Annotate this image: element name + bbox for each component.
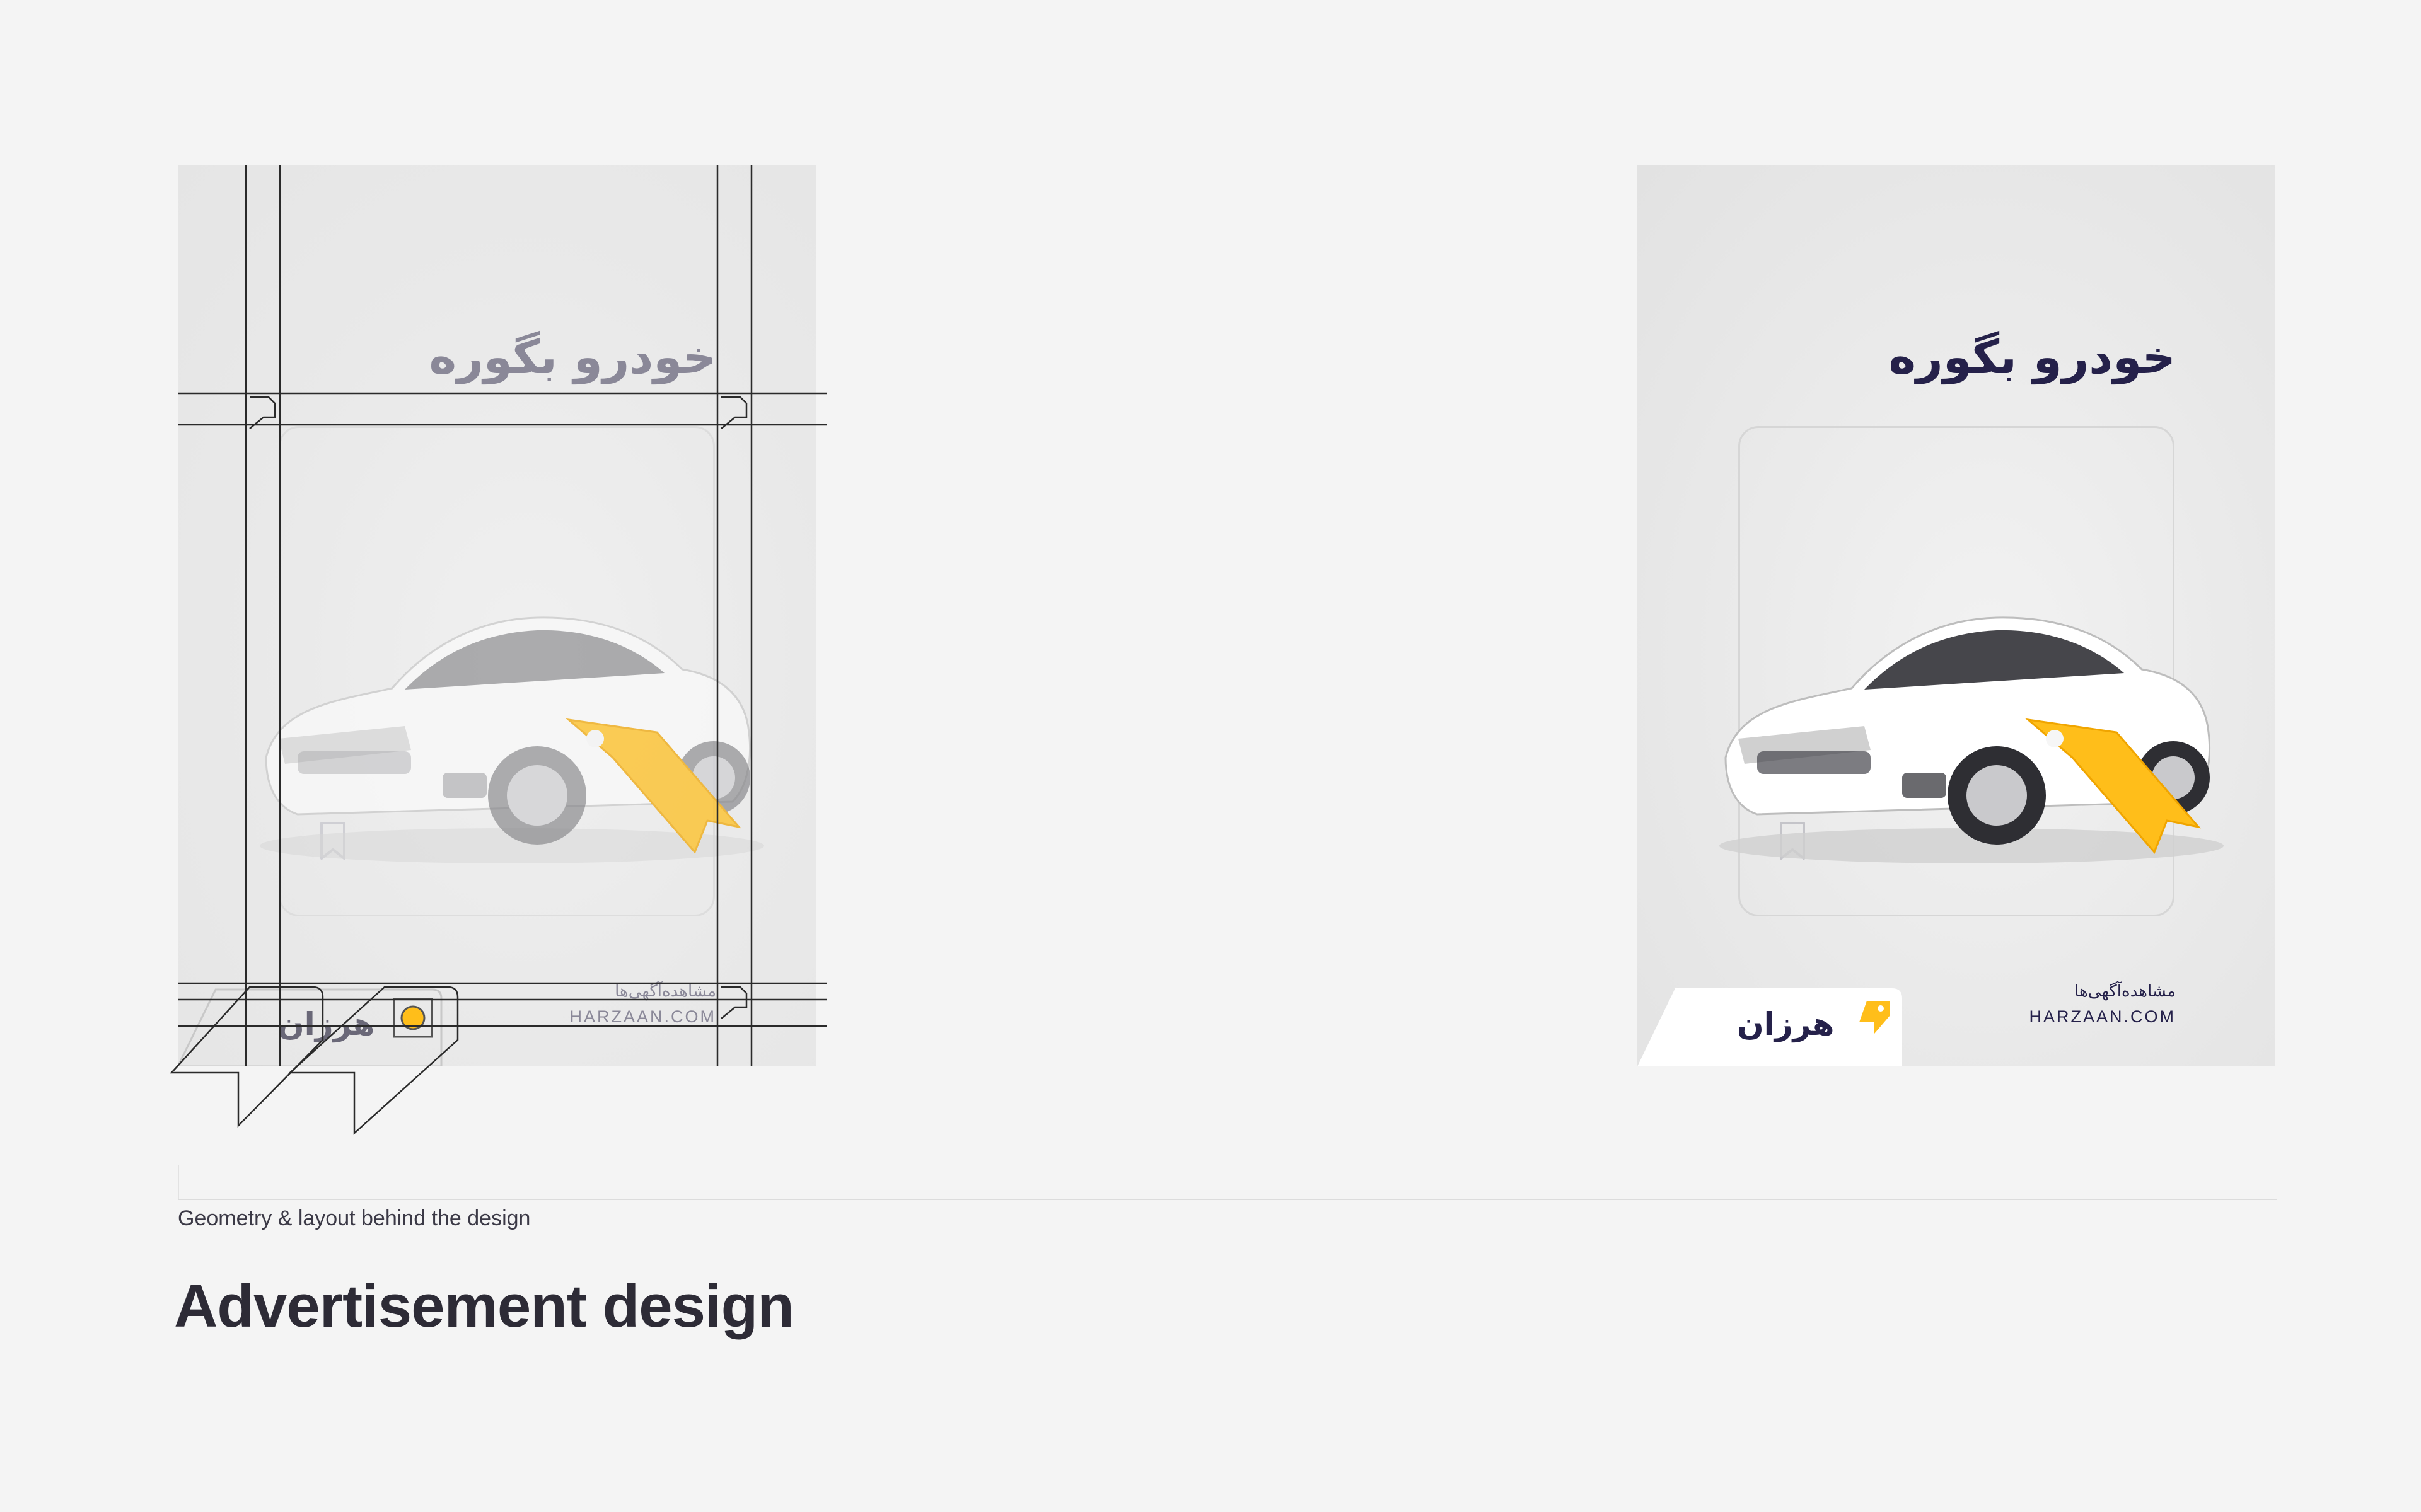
construction-grid [170, 165, 827, 1135]
car-image [1719, 616, 2224, 863]
poster-final-version: خودرو بگوره مشاهده‌آگهی‌ها HARZAAN.COM [1637, 165, 2275, 1066]
section-divider [178, 1199, 2277, 1200]
geometry-caption: Geometry & layout behind the design [178, 1206, 531, 1230]
divider-tick [178, 1165, 179, 1199]
presentation-page: خودرو بگوره مشاهده‌آگهی‌ها HARZAAN.COM [0, 0, 2421, 1512]
brand-logo-icon [1859, 1001, 1890, 1034]
brand-wordmark: هرزان [1737, 1006, 1835, 1042]
view-ads-label: مشاهده‌آگهی‌ها [2074, 982, 2176, 1001]
site-url: HARZAAN.COM [2029, 1007, 2176, 1026]
section-title: Advertisement design [174, 1273, 794, 1340]
poster-headline: خودرو بگوره [1888, 330, 2176, 384]
